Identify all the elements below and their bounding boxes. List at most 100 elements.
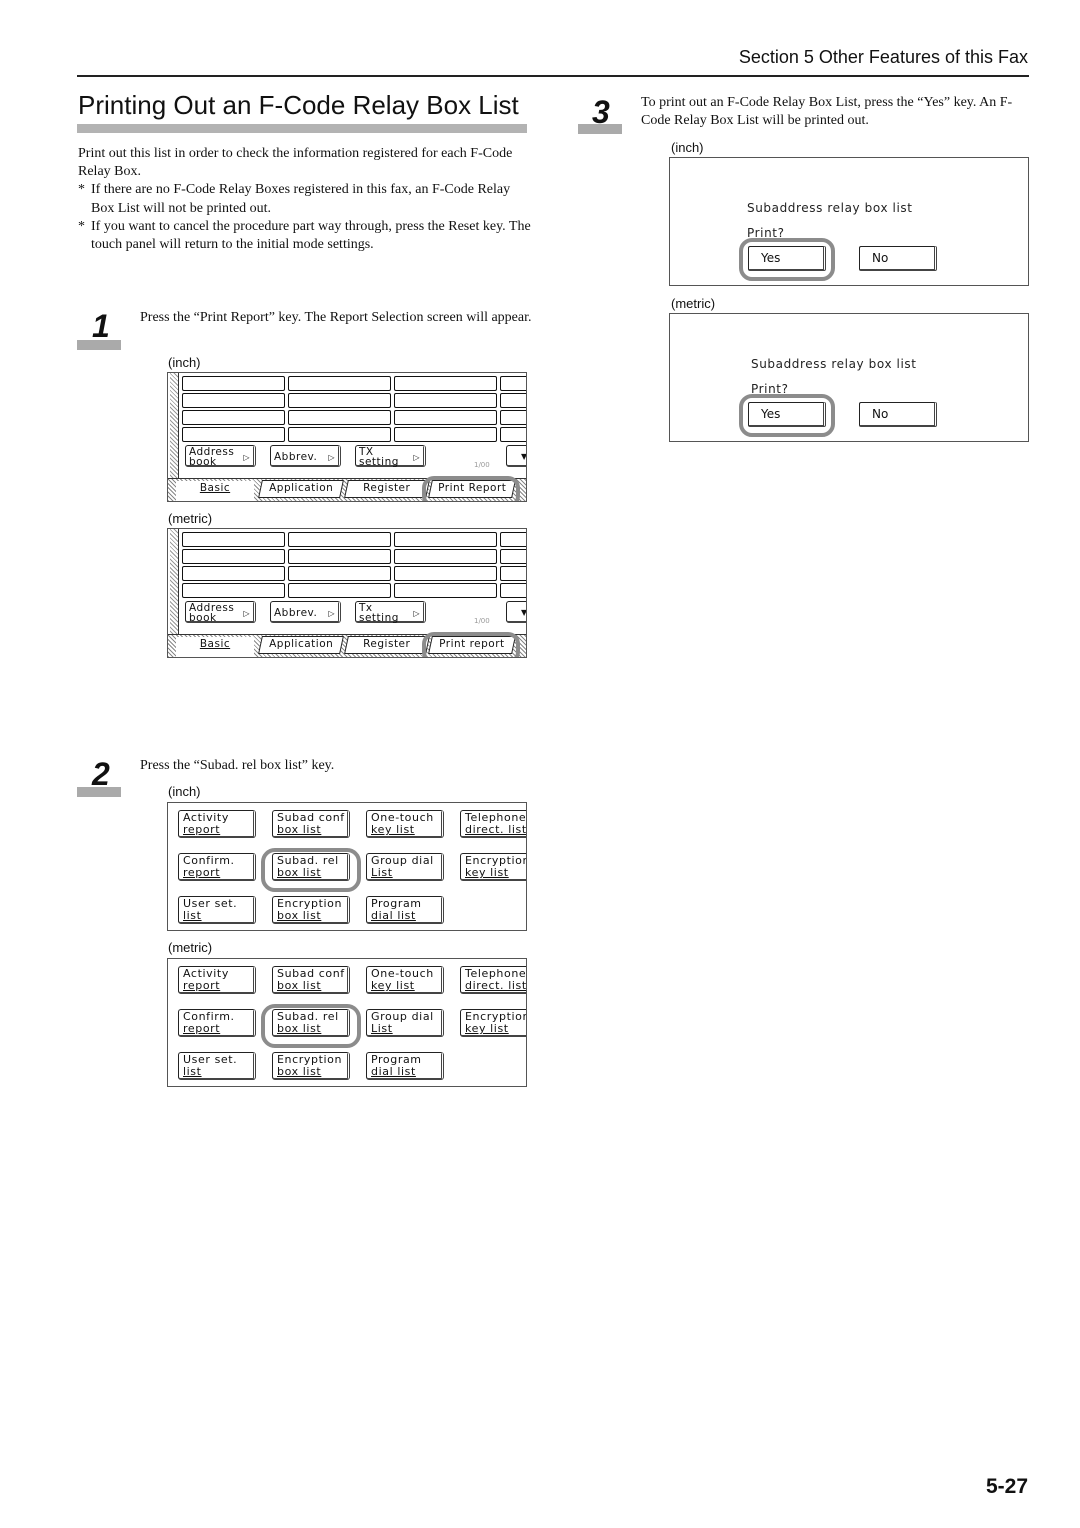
destination-cell[interactable]: [500, 549, 526, 564]
destination-cell[interactable]: [500, 566, 526, 581]
destination-cell[interactable]: [394, 376, 497, 391]
destination-cell[interactable]: [394, 583, 497, 598]
triangle-down-icon: ▼: [521, 452, 527, 461]
destination-cell[interactable]: [500, 427, 526, 442]
destination-cell[interactable]: [288, 532, 391, 547]
tab-application[interactable]: Application: [258, 480, 344, 498]
tab-basic[interactable]: Basic: [176, 481, 254, 501]
destination-cell[interactable]: [394, 566, 497, 581]
destination-cell[interactable]: [182, 532, 285, 547]
step-1-bar: [77, 340, 121, 350]
key-label-line2: List: [371, 866, 393, 879]
no-label: No: [872, 251, 889, 265]
destination-cell[interactable]: [288, 376, 391, 391]
destination-row: [182, 427, 526, 442]
key-label-line2: key list: [371, 823, 415, 836]
scroll-down-button[interactable]: ▼: [506, 445, 527, 467]
report-key-group-dial-list[interactable]: Group dial List: [366, 1009, 444, 1037]
function-key[interactable]: Tx setting ▷: [355, 601, 426, 623]
highlight-circle: [422, 476, 520, 501]
destination-cell[interactable]: [182, 583, 285, 598]
report-key-program-dial-list[interactable]: Program dial list: [366, 896, 444, 924]
highlight-circle: [739, 394, 835, 437]
destination-cell[interactable]: [182, 549, 285, 564]
destination-row: [182, 393, 526, 408]
function-key[interactable]: Abbrev. ▷: [270, 445, 341, 467]
function-key[interactable]: Address book ▷: [185, 445, 256, 467]
report-key-activity-report[interactable]: Activity report: [178, 966, 256, 994]
destination-cell[interactable]: [500, 583, 526, 598]
destination-cell[interactable]: [394, 532, 497, 547]
report-key-confirm-report[interactable]: Confirm. report: [178, 853, 256, 881]
destination-cell[interactable]: [394, 393, 497, 408]
destination-cell[interactable]: [182, 410, 285, 425]
key-label-line2: report: [183, 866, 221, 879]
destination-cell[interactable]: [182, 393, 285, 408]
destination-cell[interactable]: [288, 393, 391, 408]
destination-cell[interactable]: [182, 376, 285, 391]
section-header: Section 5 Other Features of this Fax: [738, 47, 1028, 67]
report-key-subad-conf-box-list[interactable]: Subad conf box list: [272, 966, 350, 994]
key-label-line2: key list: [371, 979, 415, 992]
report-key-user-set-list[interactable]: User set. list: [178, 896, 256, 924]
tab-basic[interactable]: Basic: [176, 637, 254, 657]
no-button[interactable]: No: [859, 246, 937, 271]
tab-application[interactable]: Application: [258, 636, 344, 654]
destination-row: [182, 566, 526, 581]
key-label-line2: setting: [359, 456, 399, 468]
report-key-one-touch-key-list[interactable]: One-touch key list: [366, 966, 444, 994]
print-confirm-dialog: Subaddress relay box list Print? Yes No: [669, 313, 1029, 442]
tab-label: Basic: [199, 482, 231, 494]
destination-cell[interactable]: [500, 410, 526, 425]
destination-cell[interactable]: [288, 583, 391, 598]
destination-row: [182, 549, 526, 564]
intro-paragraph: Print out this list in order to check th…: [78, 146, 513, 180]
report-key-encryption-box-list[interactable]: Encryption box list: [272, 896, 350, 924]
destination-cell[interactable]: [288, 410, 391, 425]
destination-cell[interactable]: [394, 427, 497, 442]
report-key-subad-conf-box-list[interactable]: Subad conf box list: [272, 810, 350, 838]
report-key-confirm-report[interactable]: Confirm. report: [178, 1009, 256, 1037]
destination-cell[interactable]: [394, 549, 497, 564]
function-key[interactable]: Abbrev. ▷: [270, 601, 341, 623]
tab-register[interactable]: Register: [344, 636, 430, 654]
destination-cell[interactable]: [500, 376, 526, 391]
report-key-program-dial-list[interactable]: Program dial list: [366, 1052, 444, 1080]
report-key-group-dial-list[interactable]: Group dial List: [366, 853, 444, 881]
report-key-activity-report[interactable]: Activity report: [178, 810, 256, 838]
bullet-marker: *: [78, 182, 85, 198]
key-label-line2: key list: [465, 1022, 509, 1035]
destination-cell[interactable]: [182, 566, 285, 581]
destination-cell[interactable]: [500, 532, 526, 547]
key-label-line2: setting: [359, 612, 399, 624]
destination-cell[interactable]: [182, 427, 285, 442]
arrow-icon: ▷: [328, 609, 335, 618]
destination-row: [182, 532, 526, 547]
destination-cell[interactable]: [288, 566, 391, 581]
scroll-down-button[interactable]: ▼: [506, 601, 526, 623]
step-3-bar: [578, 124, 622, 134]
report-key-encryption-box-list[interactable]: Encryption box list: [272, 1052, 350, 1080]
destination-cell[interactable]: [288, 427, 391, 442]
report-key-encryption-key-list[interactable]: Encryption key list: [460, 853, 526, 881]
report-key-one-touch-key-list[interactable]: One-touch key list: [366, 810, 444, 838]
report-list-screen: Activity report Subad conf box list One-touc…: [167, 802, 527, 931]
destination-cell[interactable]: [394, 410, 497, 425]
report-key-telephone-direct-list[interactable]: Telephone direct. list: [460, 810, 526, 838]
tab-label: Basic: [199, 638, 231, 650]
title-underline-bar: [77, 124, 527, 133]
destination-cell[interactable]: [288, 549, 391, 564]
tab-label: Application: [269, 638, 334, 650]
report-key-telephone-direct-list[interactable]: Telephone direct. list: [460, 966, 526, 994]
destination-cell[interactable]: [500, 393, 526, 408]
screen-caption: (inch): [168, 355, 201, 370]
tab-label: Register: [363, 638, 411, 650]
tab-register[interactable]: Register: [344, 480, 430, 498]
report-key-user-set-list[interactable]: User set. list: [178, 1052, 256, 1080]
report-key-encryption-key-list[interactable]: Encryption key list: [460, 1009, 526, 1037]
highlight-circle: [261, 848, 361, 892]
header-rule: [77, 75, 1029, 77]
no-button[interactable]: No: [859, 402, 937, 427]
function-key[interactable]: Address book ▷: [185, 601, 256, 623]
function-key[interactable]: TX setting ▷: [355, 445, 426, 467]
